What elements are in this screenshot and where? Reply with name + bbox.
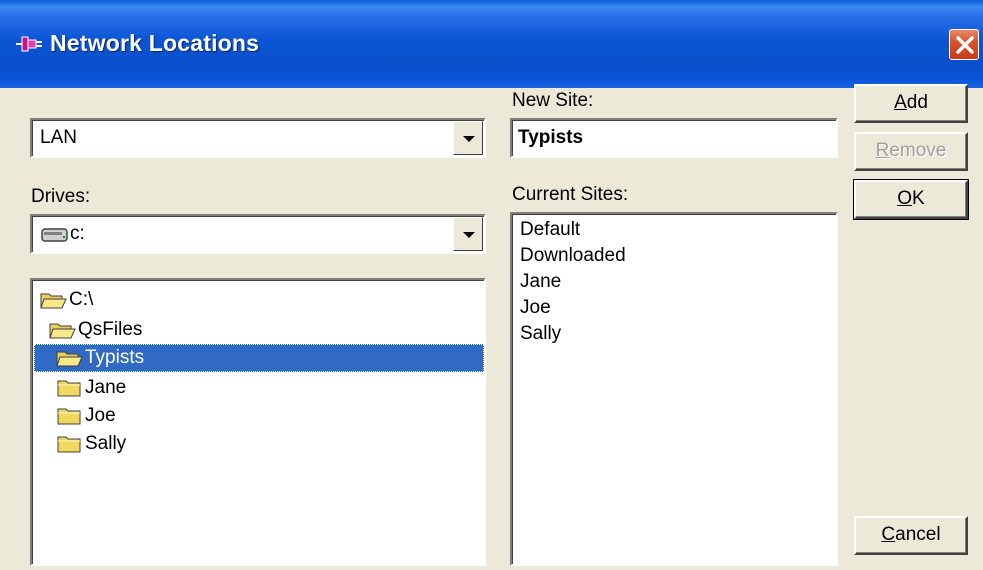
folder-tree[interactable]: C:\ QsFiles Typists Jane Joe Sally [30,278,486,566]
close-button[interactable] [949,29,979,60]
list-item[interactable]: Downloaded [520,243,626,269]
network-locations-dialog: Network Locations LAN Drives: c: C:\ QsF… [0,0,983,570]
folder-item-selected[interactable]: Typists [34,344,484,372]
add-button[interactable]: Add [854,84,968,123]
open-folder-icon [56,351,83,367]
current-sites-list[interactable]: Default Downloaded Jane Joe Sally [510,212,838,566]
open-folder-icon [49,323,76,339]
drive-dropdown-button[interactable] [453,217,483,251]
folder-item[interactable]: Joe [56,402,116,430]
list-item[interactable]: Joe [520,295,551,321]
network-type-dropdown-button[interactable] [453,121,483,155]
cancel-button[interactable]: Cancel [854,516,968,555]
current-sites-label: Current Sites: [512,184,629,205]
closed-folder-icon [57,380,81,397]
network-type-value: LAN [40,127,77,148]
ok-button[interactable]: OK [853,179,969,220]
close-icon [956,36,974,54]
new-site-label: New Site: [512,90,594,111]
drive-select[interactable]: c: [30,214,486,254]
list-item[interactable]: Jane [520,269,561,295]
drives-label: Drives: [31,186,91,207]
closed-folder-icon [57,436,81,453]
list-item[interactable]: Default [520,217,580,243]
dialog-body: LAN Drives: c: C:\ QsFiles Typists Jane … [0,84,983,570]
closed-folder-icon [57,408,81,425]
drive-value: c: [70,223,85,244]
remove-button[interactable]: Remove [854,132,968,171]
folder-item[interactable]: Jane [56,374,126,402]
folder-item[interactable]: C:\ [40,286,93,314]
folder-item[interactable]: QsFiles [49,316,142,344]
list-item[interactable]: Sally [520,321,561,347]
folder-item[interactable]: Sally [56,430,126,458]
new-site-input[interactable] [510,118,838,158]
open-folder-icon [40,293,67,309]
hard-drive-icon [41,228,68,242]
title-bar[interactable]: Network Locations [0,0,983,88]
network-type-select[interactable]: LAN [30,118,486,158]
window-title: Network Locations [50,30,260,56]
network-plug-icon [16,36,42,52]
